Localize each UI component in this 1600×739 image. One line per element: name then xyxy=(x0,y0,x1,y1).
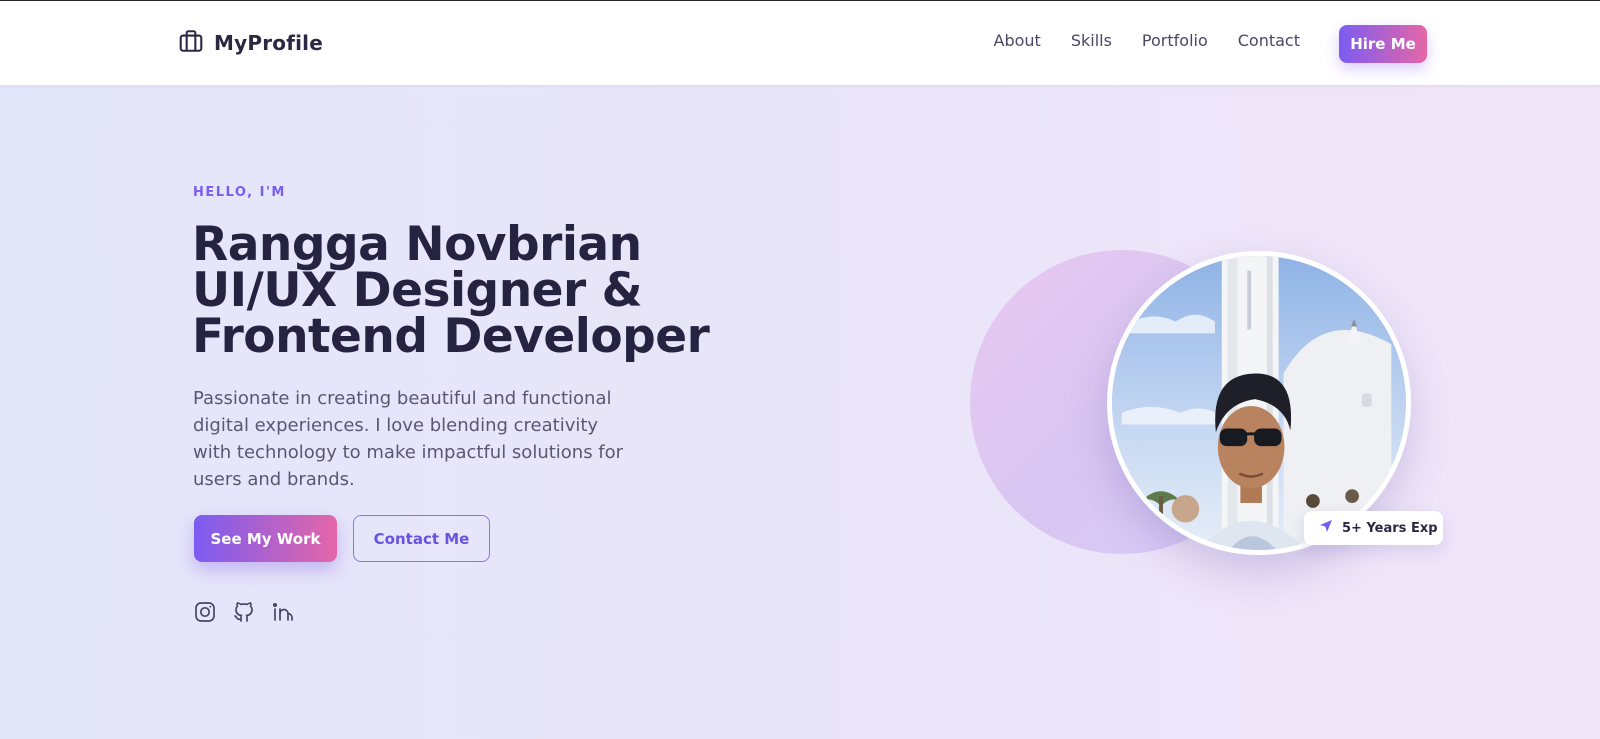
nav-link-about[interactable]: About xyxy=(994,31,1041,50)
profile-photo xyxy=(1107,251,1411,555)
nav-link-skills[interactable]: Skills xyxy=(1071,31,1112,50)
instagram-icon[interactable] xyxy=(193,600,217,624)
hero-title-role-1: UI/UX Designer & xyxy=(192,263,643,318)
contact-me-button[interactable]: Contact Me xyxy=(353,515,490,562)
main-nav: About Skills Portfolio Contact xyxy=(994,31,1300,50)
brand-name: MyProfile xyxy=(214,31,323,55)
brand-logo[interactable]: MyProfile xyxy=(178,27,323,59)
hero-title: Rangga Novbrian UI/UX Designer & Fronten… xyxy=(192,217,752,364)
experience-badge-label: 5+ Years Exp xyxy=(1342,520,1438,536)
experience-badge: 5+ Years Exp xyxy=(1304,511,1443,545)
briefcase-icon xyxy=(178,28,204,58)
see-my-work-button[interactable]: See My Work xyxy=(194,515,337,562)
github-icon[interactable] xyxy=(232,600,256,624)
top-navbar: MyProfile About Skills Portfolio Contact… xyxy=(0,1,1600,85)
hero-title-role-2: Frontend Developer xyxy=(192,309,710,364)
hero-title-name: Rangga Novbrian xyxy=(192,217,642,272)
hero-description: Passionate in creating beautiful and fun… xyxy=(193,388,624,490)
linkedin-icon[interactable] xyxy=(271,600,295,624)
nav-link-portfolio[interactable]: Portfolio xyxy=(1142,31,1208,50)
social-links xyxy=(193,600,295,624)
nav-link-contact[interactable]: Contact xyxy=(1238,31,1300,50)
hero-eyebrow: HELLO, I'M xyxy=(193,185,286,200)
send-icon xyxy=(1318,518,1334,538)
hire-me-button[interactable]: Hire Me xyxy=(1339,25,1427,63)
